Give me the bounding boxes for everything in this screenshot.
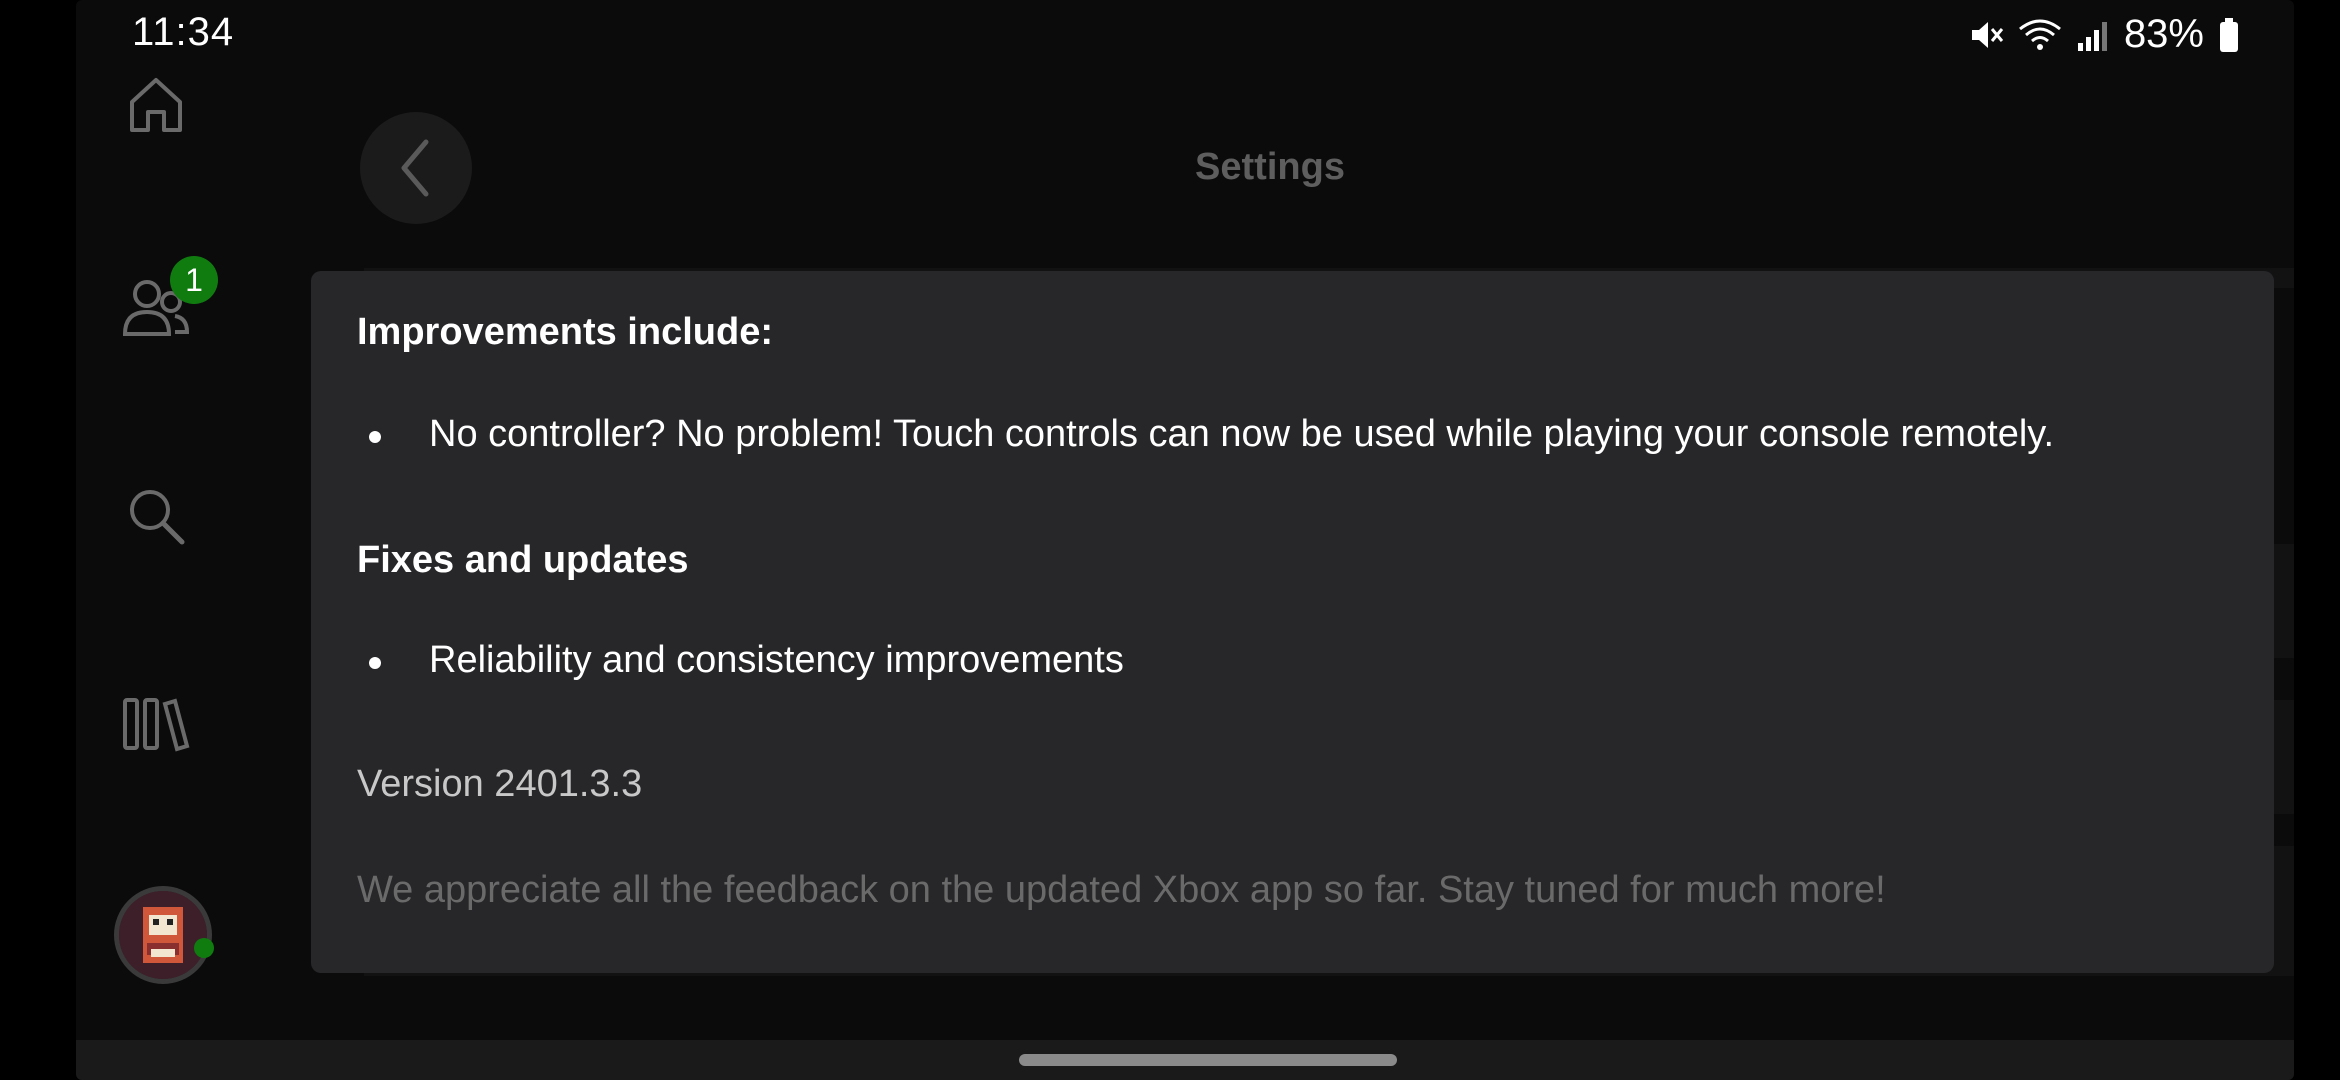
- version-text: Version 2401.3.3: [357, 763, 643, 805]
- wifi-icon: [2019, 19, 2061, 50]
- search-icon: [130, 490, 185, 545]
- home-icon: [130, 78, 182, 132]
- mute-icon: [1971, 21, 2004, 48]
- sidebar-item-search[interactable]: [120, 480, 192, 552]
- bullet-icon: [369, 657, 381, 669]
- signal-icon: [2077, 21, 2107, 51]
- sidebar-item-home[interactable]: [120, 68, 192, 140]
- section-title-improvements: Improvements include:: [357, 311, 773, 353]
- list-item-text: Reliability and consistency improvements: [429, 639, 1124, 681]
- feedback-note: We appreciate all the feedback on the up…: [357, 869, 1886, 911]
- profile-avatar[interactable]: [114, 886, 212, 984]
- battery-percentage: 83%: [2123, 12, 2204, 56]
- sidebar-item-library[interactable]: [120, 688, 192, 760]
- home-indicator[interactable]: [1019, 1054, 1397, 1066]
- list-item-text: No controller? No problem! Touch control…: [429, 413, 2055, 455]
- app-screen: 11:34 83% 1 Settings Improvements includ…: [76, 0, 2294, 1080]
- library-icon: [123, 698, 190, 752]
- settings-header: Settings: [246, 60, 2294, 240]
- list-item: Reliability and consistency improvements: [369, 639, 1124, 682]
- battery-icon: [2220, 17, 2238, 52]
- status-time: 11:34: [132, 10, 235, 54]
- page-title: Settings: [1195, 146, 1345, 188]
- sidebar-nav: 1: [76, 60, 246, 1040]
- bullet-icon: [369, 431, 381, 443]
- status-bar: 11:34 83%: [76, 0, 2294, 60]
- notification-badge: 1: [170, 256, 218, 304]
- status-icons: 83%: [1968, 12, 2240, 57]
- online-status-dot: [194, 938, 214, 958]
- section-title-fixes: Fixes and updates: [357, 539, 689, 581]
- whats-new-dialog: Improvements include: No controller? No …: [311, 271, 2274, 973]
- list-item: No controller? No problem! Touch control…: [369, 413, 2054, 456]
- avatar-image: [119, 891, 207, 979]
